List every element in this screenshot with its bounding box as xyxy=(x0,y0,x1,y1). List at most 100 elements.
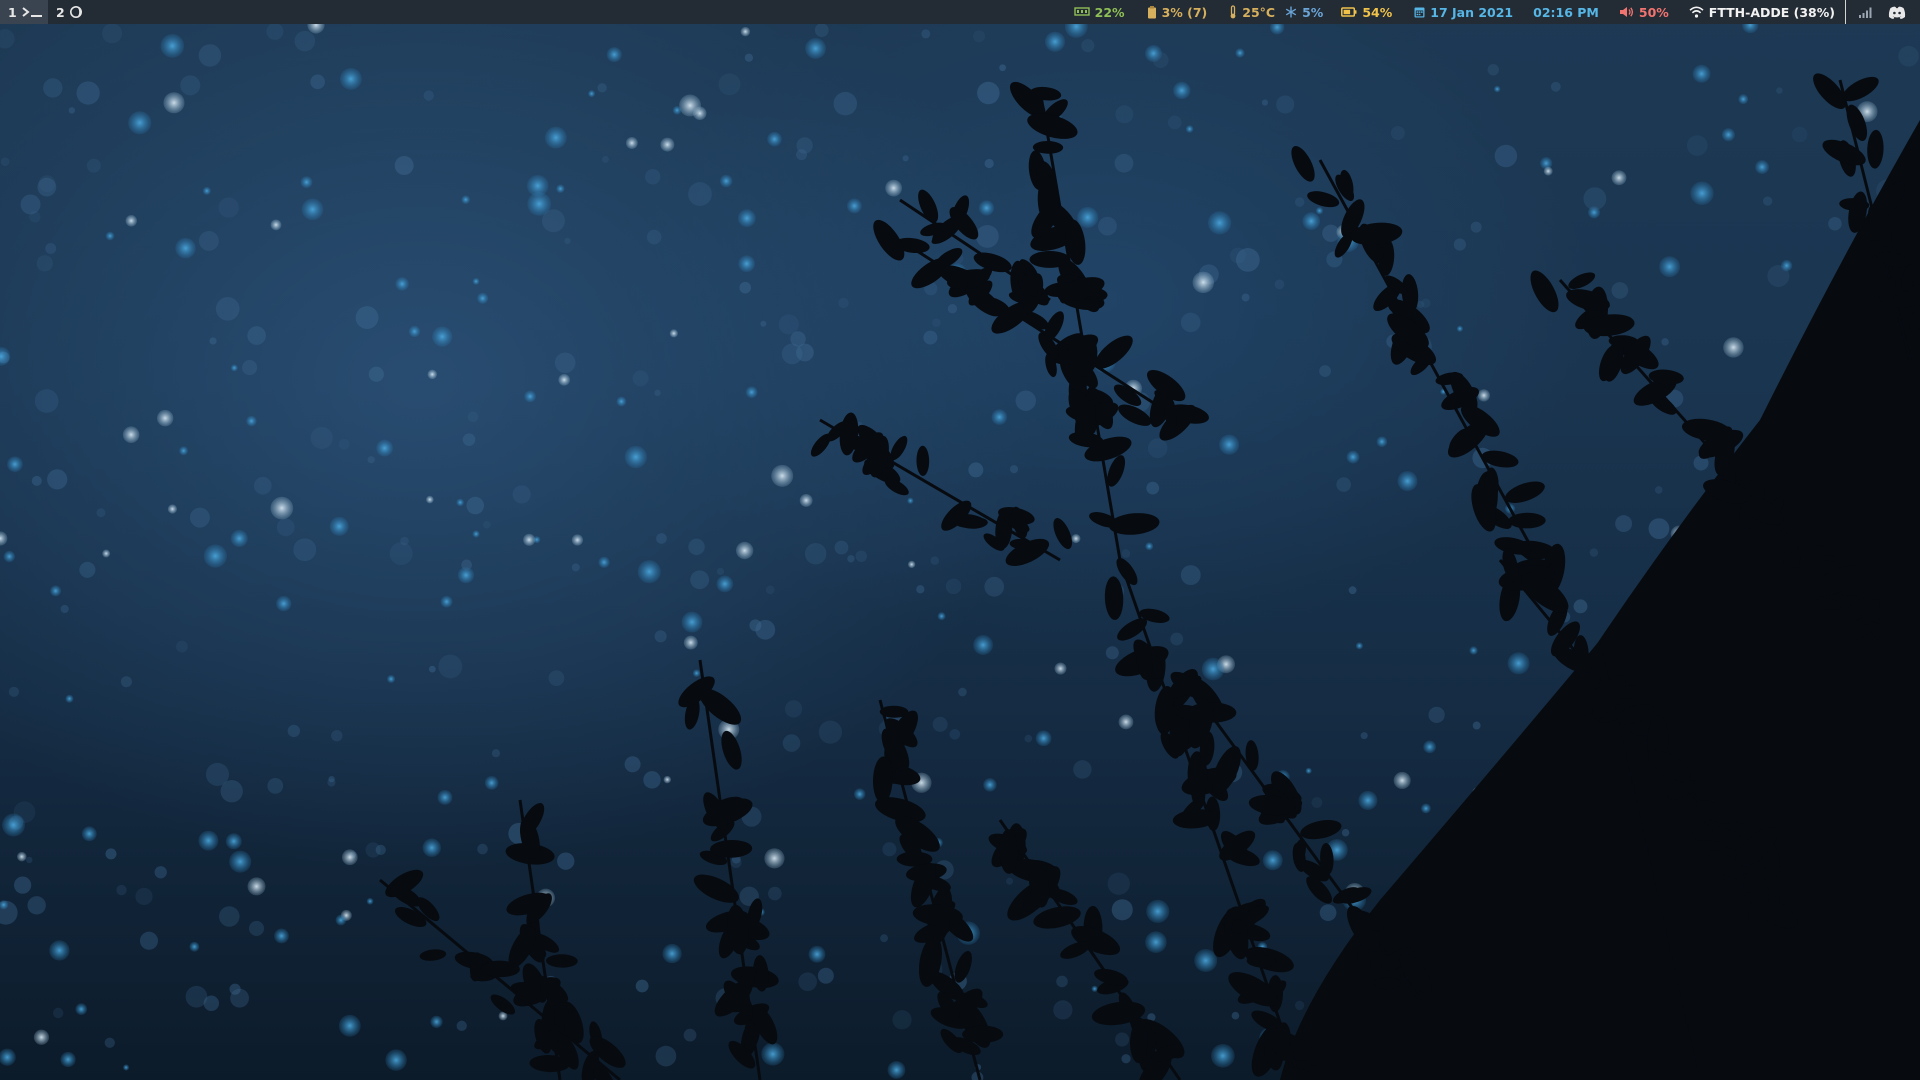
bokeh-light xyxy=(973,635,994,655)
bokeh-light xyxy=(467,411,479,423)
bokeh-light xyxy=(1423,740,1437,754)
bokeh-light xyxy=(430,1015,443,1028)
bokeh-light xyxy=(1721,128,1736,142)
bokeh-light xyxy=(1723,337,1744,358)
bokeh-light xyxy=(1115,105,1134,124)
bokeh-light xyxy=(198,830,219,851)
bokeh-light xyxy=(761,1042,785,1066)
bokeh-light xyxy=(1776,87,1783,94)
battery-module[interactable]: 54% xyxy=(1341,0,1392,24)
bokeh-light xyxy=(154,866,167,879)
bokeh-light xyxy=(7,456,23,473)
bokeh-light xyxy=(43,78,63,98)
bokeh-light xyxy=(1009,465,1019,474)
bokeh-light xyxy=(276,518,295,537)
bokeh-light xyxy=(744,53,754,62)
bokeh-light xyxy=(1294,197,1305,207)
volume-module[interactable]: 50% xyxy=(1619,0,1669,24)
bokeh-light xyxy=(1192,271,1215,294)
bokeh-light xyxy=(50,585,62,597)
bokeh-light xyxy=(105,231,115,241)
bokeh-light xyxy=(376,439,394,457)
bokeh-light xyxy=(571,563,580,572)
bokeh-light xyxy=(765,585,775,595)
bokeh-light xyxy=(26,856,33,864)
date-module[interactable]: 17 Jan 2021 xyxy=(1414,0,1513,24)
bokeh-light xyxy=(367,456,375,464)
bokeh-light xyxy=(491,749,500,758)
bokeh-light xyxy=(422,838,441,857)
bokeh-light xyxy=(81,826,97,842)
bokeh-light xyxy=(624,445,648,469)
bokeh-light xyxy=(1231,1011,1240,1020)
bokeh-light xyxy=(1073,760,1092,779)
bokeh-light xyxy=(482,520,491,529)
bokeh-light xyxy=(36,255,53,272)
bokeh-light xyxy=(1654,486,1663,494)
bokeh-light xyxy=(0,157,10,167)
bokeh-light xyxy=(1780,259,1793,272)
bokeh-light xyxy=(287,724,301,738)
bokeh-light xyxy=(75,1003,88,1016)
bokeh-light xyxy=(102,23,123,44)
bokeh-light xyxy=(556,184,565,193)
bokeh-light xyxy=(437,790,453,805)
cpu-module[interactable]: 22% xyxy=(1073,0,1125,24)
memory-module[interactable]: 3% (7) xyxy=(1147,0,1207,24)
fan-value: 5% xyxy=(1302,4,1324,20)
clock-module[interactable]: 02:16 PM xyxy=(1533,0,1599,24)
bokeh-light xyxy=(983,778,997,792)
bokeh-light xyxy=(625,137,638,149)
bokeh-light xyxy=(937,612,946,621)
wifi-module[interactable]: FTTH-ADDE (38%) xyxy=(1689,0,1835,24)
bokeh-light xyxy=(1294,1000,1305,1011)
bokeh-light xyxy=(125,215,138,227)
bokeh-light xyxy=(1477,389,1490,402)
temperature-value: 25°C xyxy=(1242,4,1276,20)
bokeh-light xyxy=(189,507,210,528)
bokeh-light xyxy=(225,833,242,850)
bokeh-light xyxy=(1494,144,1518,168)
bokeh-light xyxy=(229,983,241,995)
bokeh-light xyxy=(408,325,421,338)
desktop[interactable] xyxy=(0,0,1920,1080)
bokeh-light xyxy=(293,538,317,562)
bokeh-light xyxy=(716,567,725,576)
fan-module[interactable]: 5% xyxy=(1285,0,1323,24)
bokeh-light xyxy=(778,314,799,335)
bokeh-light xyxy=(1376,436,1388,448)
bokeh-light xyxy=(1336,477,1352,492)
speaker-icon xyxy=(1619,6,1634,18)
workspace-2-button[interactable]: 2 xyxy=(48,0,90,24)
network-signal-icon[interactable] xyxy=(1858,6,1872,18)
bokeh-light xyxy=(544,126,567,149)
bokeh-light xyxy=(1241,293,1250,302)
bokeh-light xyxy=(1692,64,1711,83)
bokeh-light xyxy=(1105,646,1119,660)
bokeh-light xyxy=(635,979,649,993)
bokeh-light xyxy=(116,884,127,896)
workspace-1-button[interactable]: 1 xyxy=(0,0,48,24)
bokeh-light xyxy=(218,197,239,218)
bokeh-light xyxy=(991,409,1008,425)
bokeh-light xyxy=(745,386,758,399)
bokeh-light xyxy=(923,330,938,345)
bokeh-light xyxy=(1420,803,1431,814)
bokeh-light xyxy=(246,415,257,427)
bokeh-light xyxy=(817,967,834,984)
bokeh-light xyxy=(329,516,349,536)
bokeh-light xyxy=(175,640,188,653)
temperature-module[interactable]: 25°C xyxy=(1229,0,1275,24)
bokeh-light xyxy=(368,366,384,382)
bokeh-light xyxy=(1355,642,1364,650)
bokeh-light xyxy=(892,1010,912,1030)
bokeh-light xyxy=(1276,95,1295,114)
bokeh-light xyxy=(432,326,453,347)
calendar-icon xyxy=(1414,6,1425,18)
bokeh-light xyxy=(548,670,565,687)
bokeh-light xyxy=(718,73,741,96)
bokeh-light xyxy=(814,23,829,38)
top-status-bar: 1 2 22% 3% (7) 25°C 5% 54% 17 Jan 2021 0… xyxy=(0,0,1920,24)
discord-icon[interactable] xyxy=(1888,6,1906,19)
volume-value: 50% xyxy=(1638,4,1669,20)
